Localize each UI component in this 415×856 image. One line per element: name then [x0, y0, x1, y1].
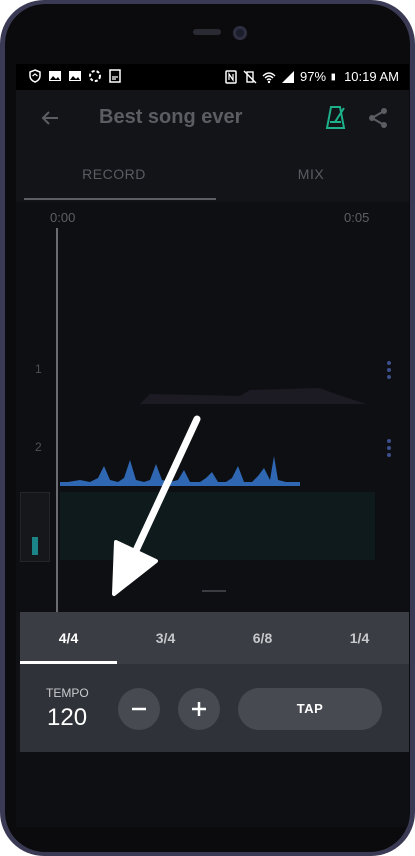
- bottom-area: [16, 752, 409, 827]
- track-1-more-icon[interactable]: [386, 360, 392, 380]
- track-2-waveform: [60, 456, 300, 486]
- minus-icon: [132, 707, 146, 711]
- sync-icon: [89, 70, 101, 82]
- track-number-2: 2: [35, 440, 42, 454]
- phone-bezel: 97% 10:19 AM Best song ever RECORD MIX 0…: [5, 4, 410, 852]
- plus-icon: [192, 702, 206, 716]
- tab-mix[interactable]: MIX: [213, 146, 409, 202]
- vibrate-mute-icon: [243, 70, 257, 83]
- status-bar: 97% 10:19 AM: [16, 64, 409, 90]
- app-bar: Best song ever: [16, 90, 409, 146]
- tab-selected-indicator: [24, 198, 216, 200]
- wifi-icon: [262, 71, 276, 83]
- nfc-icon: [225, 69, 237, 84]
- song-title: Best song ever: [99, 106, 243, 128]
- recording-region: [60, 492, 375, 560]
- tempo-panel: TEMPO 120 TAP: [20, 664, 409, 752]
- input-level-meter: [20, 492, 50, 562]
- tempo-decrease-button[interactable]: [118, 688, 160, 730]
- battery-percent: 97%: [300, 69, 327, 84]
- screenshot-icon: [109, 69, 121, 83]
- screen: 97% 10:19 AM Best song ever RECORD MIX 0…: [16, 64, 409, 827]
- speaker-grille: [193, 29, 221, 35]
- timeline-start: 0:00: [50, 210, 76, 225]
- phone-frame: 97% 10:19 AM Best song ever RECORD MIX 0…: [0, 0, 415, 856]
- notification-icons: [28, 69, 122, 83]
- tempo-increase-button[interactable]: [178, 688, 220, 730]
- back-arrow-icon[interactable]: [38, 106, 62, 130]
- clock: 10:19 AM: [344, 69, 399, 84]
- shield-icon: [29, 69, 41, 83]
- tempo-label: TEMPO: [46, 686, 89, 700]
- tempo-value: 120: [47, 704, 88, 731]
- system-status: 97% 10:19 AM: [224, 69, 399, 84]
- timeline-end: 0:05: [344, 210, 370, 225]
- time-signature-bar: 4/4 3/4 6/8 1/4: [20, 612, 409, 664]
- drag-handle[interactable]: [202, 590, 226, 592]
- time-signature-3-4[interactable]: 3/4: [117, 612, 214, 664]
- tab-bar: RECORD MIX: [16, 146, 409, 202]
- image-icon-2: [69, 71, 81, 81]
- metronome-icon[interactable]: [324, 104, 348, 130]
- signal-icon: [282, 70, 295, 83]
- time-signature-4-4[interactable]: 4/4: [20, 612, 117, 664]
- tab-record[interactable]: RECORD: [16, 146, 212, 202]
- track-1-waveform: [60, 388, 366, 404]
- share-icon[interactable]: [366, 106, 390, 130]
- track-timeline[interactable]: 0:00 0:05 1 2: [16, 202, 409, 612]
- time-signature-6-8[interactable]: 6/8: [214, 612, 311, 664]
- time-signature-1-4[interactable]: 1/4: [311, 612, 408, 664]
- image-icon: [49, 71, 61, 81]
- track-number-1: 1: [35, 362, 42, 376]
- input-level-bar: [32, 537, 38, 555]
- tap-tempo-button[interactable]: TAP: [238, 688, 382, 730]
- battery-icon: [331, 73, 336, 80]
- playhead[interactable]: [56, 228, 58, 612]
- front-camera: [233, 26, 247, 40]
- track-2-more-icon[interactable]: [386, 438, 392, 458]
